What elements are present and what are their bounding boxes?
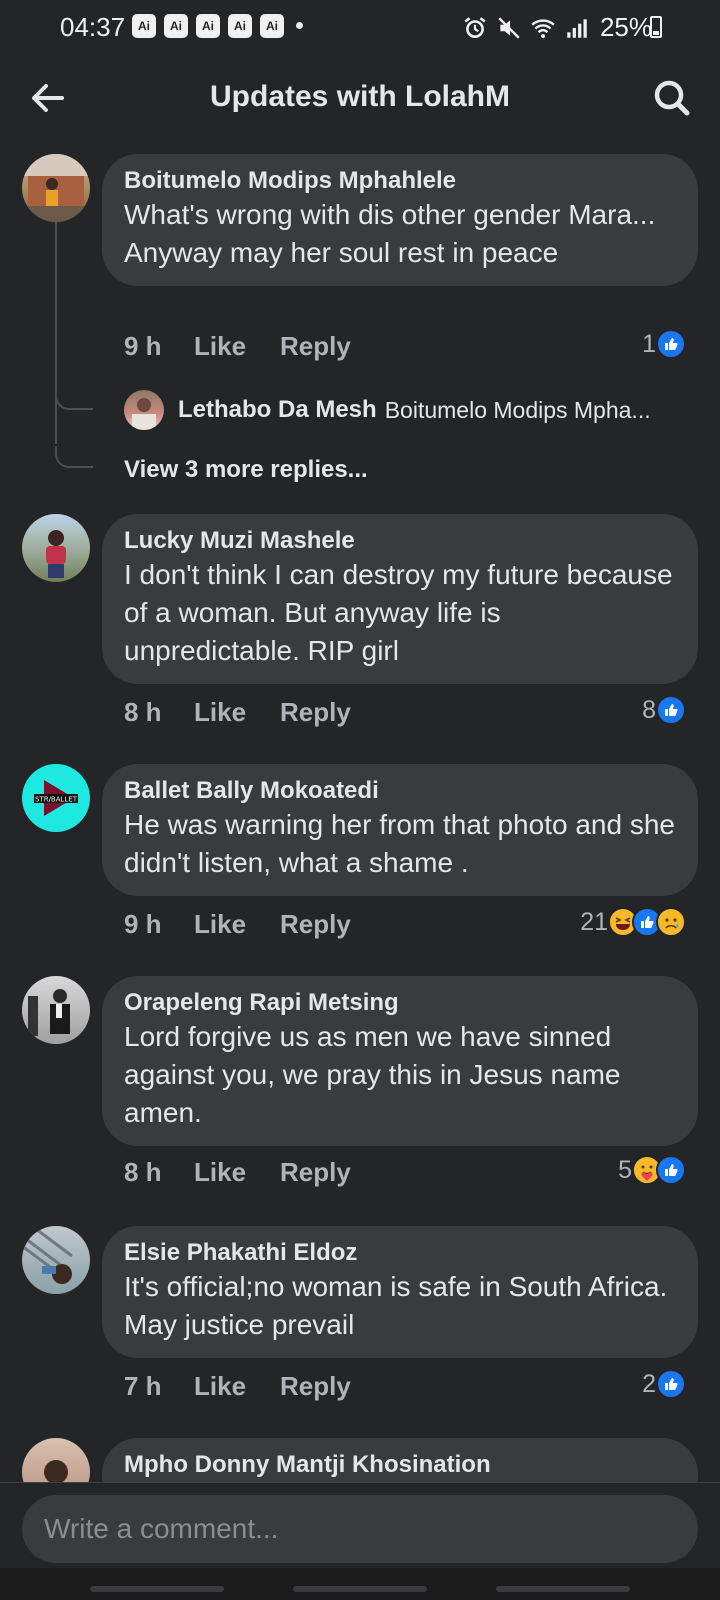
reaction-count: 1 (642, 329, 656, 358)
reaction-summary[interactable]: 5 (618, 1150, 686, 1190)
thread-line (55, 222, 57, 444)
ai-badge-icon: Ai (260, 14, 284, 38)
ai-badge-icon: Ai (228, 14, 252, 38)
nav-home-button[interactable] (293, 1586, 427, 1592)
comment-actions: 9 h Like Reply (124, 326, 351, 366)
comment-input[interactable] (22, 1495, 698, 1563)
system-nav-bar (0, 1568, 720, 1600)
avatar[interactable] (22, 514, 90, 582)
avatar[interactable] (22, 154, 90, 222)
comment-author[interactable]: Elsie Phakathi Eldoz (124, 1238, 678, 1268)
reply-button[interactable]: Reply (280, 909, 351, 940)
comment-time: 8 h (124, 696, 162, 727)
reaction-count: 2 (642, 1369, 656, 1398)
comment-author[interactable]: Ballet Bally Mokoatedi (124, 776, 678, 806)
comment-bubble[interactable]: Boitumelo Modips Mphahlele What's wrong … (102, 154, 698, 286)
alarm-icon (464, 16, 486, 38)
reaction-summary[interactable]: 2 (642, 1364, 686, 1404)
battery-icon (650, 16, 662, 38)
notification-badges: Ai Ai Ai Ai Ai (132, 14, 284, 38)
comment-time: 9 h (124, 330, 162, 361)
comment-bubble[interactable]: Elsie Phakathi Eldoz It's official;no wo… (102, 1226, 698, 1358)
wifi-icon (531, 18, 555, 38)
comment-text: It's official;no woman is safe in South … (124, 1271, 668, 1340)
like-button[interactable]: Like (194, 331, 280, 362)
reply-preview[interactable]: Lethabo Da Mesh Boitumelo Modips Mpha... (124, 390, 651, 430)
comment-text: Lord forgive us as men we have sinned ag… (124, 1021, 621, 1128)
comment-text: What's wrong with dis other gender Mara.… (124, 199, 656, 268)
reaction-summary[interactable]: 21 (580, 902, 686, 942)
app-header: Updates with LolahM (0, 52, 720, 144)
status-bar: 04:37 Ai Ai Ai Ai Ai 25% (0, 0, 720, 52)
avatar[interactable] (22, 1226, 90, 1294)
comment-time: 7 h (124, 1370, 162, 1401)
comment-composer (0, 1482, 720, 1568)
search-button[interactable] (650, 76, 694, 120)
like-reaction-icon (656, 695, 686, 725)
reaction-count: 8 (642, 695, 656, 724)
comment-author[interactable]: Lucky Muzi Mashele (124, 526, 678, 556)
reply-author[interactable]: Lethabo Da Mesh (178, 396, 377, 424)
comment-text: I don't think I can destroy my future be… (124, 559, 673, 666)
battery-percent: 25% (599, 12, 652, 42)
svg-text:STR/BALLET: STR/BALLET (35, 796, 78, 804)
comment-bubble[interactable]: Orapeleng Rapi Metsing Lord forgive us a… (102, 976, 698, 1146)
like-reaction-icon (656, 1369, 686, 1399)
thread-connector (55, 392, 93, 410)
status-icons: 25% (462, 12, 652, 43)
avatar[interactable] (124, 390, 164, 430)
page-title: Updates with LolahM (210, 80, 510, 113)
like-button[interactable]: Like (194, 1157, 280, 1188)
reply-button[interactable]: Reply (280, 1371, 351, 1402)
reaction-summary[interactable]: 1 (642, 324, 686, 364)
reaction-count: 21 (580, 907, 608, 936)
like-button[interactable]: Like (194, 909, 280, 940)
like-reaction-icon (656, 1155, 686, 1185)
comment-author[interactable]: Mpho Donny Mantji Khosination (124, 1450, 678, 1480)
more-notifications-dot (296, 22, 303, 29)
reply-button[interactable]: Reply (280, 697, 351, 728)
thread-connector (55, 446, 93, 468)
nav-recents-button[interactable] (90, 1586, 224, 1592)
comment-author[interactable]: Boitumelo Modips Mphahlele (124, 166, 678, 196)
comment-text: He was warning her from that photo and s… (124, 809, 675, 878)
comment-author[interactable]: Orapeleng Rapi Metsing (124, 988, 678, 1018)
comment-time: 9 h (124, 908, 162, 939)
comment-actions: 8 h Like Reply (124, 1152, 351, 1192)
like-button[interactable]: Like (194, 1371, 280, 1402)
comment-bubble[interactable]: Ballet Bally Mokoatedi He was warning he… (102, 764, 698, 896)
search-icon (654, 80, 690, 116)
reaction-summary[interactable]: 8 (642, 690, 686, 730)
reply-button[interactable]: Reply (280, 1157, 351, 1188)
comment-actions: 7 h Like Reply (124, 1366, 351, 1406)
reply-text: Boitumelo Modips Mpha... (384, 396, 651, 423)
view-more-replies-link[interactable]: View 3 more replies... (124, 456, 368, 484)
nav-back-button[interactable] (496, 1586, 630, 1592)
ai-badge-icon: Ai (196, 14, 220, 38)
comment-time: 8 h (124, 1156, 162, 1187)
like-reaction-icon (656, 329, 686, 359)
ai-badge-icon: Ai (164, 14, 188, 38)
avatar[interactable]: STR/BALLET (22, 764, 90, 832)
comment-bubble[interactable]: Lucky Muzi Mashele I don't think I can d… (102, 514, 698, 684)
ai-badge-icon: Ai (132, 14, 156, 38)
like-button[interactable]: Like (194, 697, 280, 728)
signal-icon (567, 18, 587, 38)
mute-icon (498, 16, 520, 39)
comment-actions: 9 h Like Reply (124, 904, 351, 944)
reply-button[interactable]: Reply (280, 331, 351, 362)
status-time: 04:37 (60, 12, 126, 42)
sad-reaction-icon (656, 907, 686, 937)
comment-actions: 8 h Like Reply (124, 692, 351, 732)
reaction-count: 5 (618, 1155, 632, 1184)
avatar[interactable] (22, 976, 90, 1044)
